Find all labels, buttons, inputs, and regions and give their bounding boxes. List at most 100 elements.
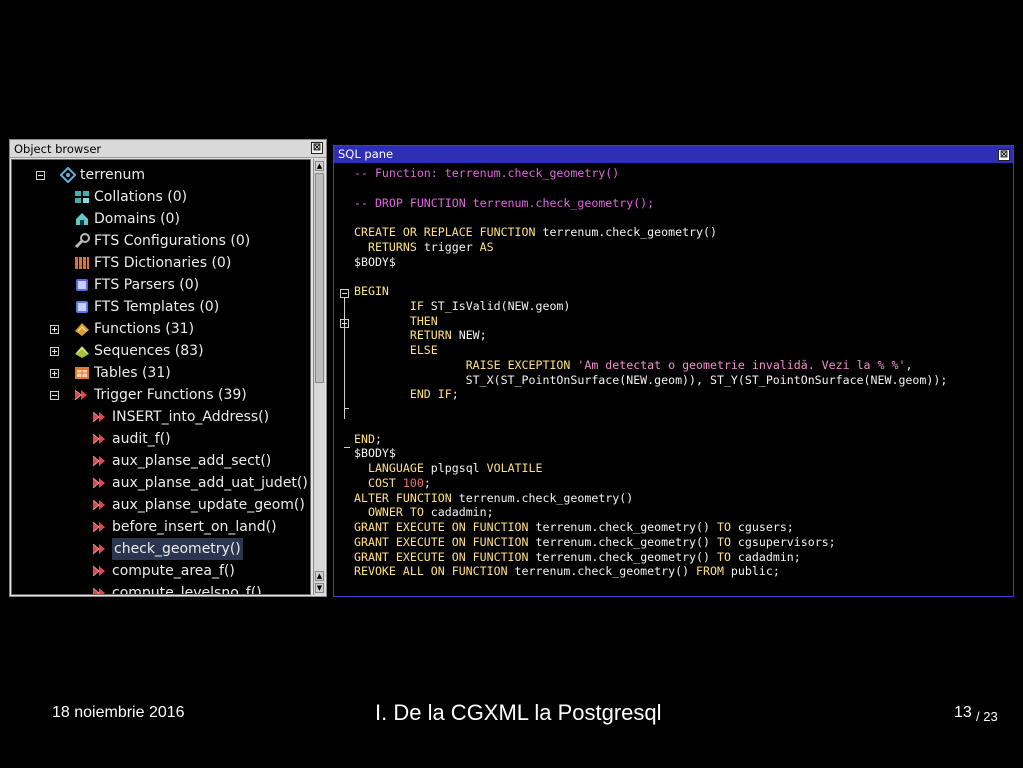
code-line: -- DROP FUNCTION terrenum.check_geometry… <box>354 196 654 211</box>
code-token: RETURN <box>409 328 452 343</box>
code-token: END <box>354 431 375 446</box>
code-token: -- Function: terrenum.check_geometry() <box>354 166 620 180</box>
table-icon <box>74 365 90 381</box>
code-token: BEGIN <box>354 284 389 298</box>
code-token: VOLATILE <box>486 461 543 475</box>
fold-guide-tick <box>344 408 349 409</box>
scroll-down-arrow-icon[interactable]: ▼ <box>315 583 324 593</box>
trigger-function-icon <box>92 585 108 594</box>
trigger-function-icon <box>92 519 108 535</box>
tree-item[interactable]: FTS Configurations (0) <box>12 230 310 252</box>
fold-collapse-icon[interactable] <box>340 319 349 328</box>
code-line: IF ST_IsValid(NEW.geom) <box>354 298 571 314</box>
object-browser-scrollbar[interactable]: ▲ ▲ ▼ <box>313 159 325 595</box>
expand-plus-icon[interactable] <box>50 325 59 334</box>
code-line: COST 100; <box>354 476 431 491</box>
tree-item-label: INSERT_into_Address() <box>112 409 270 425</box>
scroll-up-arrow-icon[interactable]: ▲ <box>315 161 324 171</box>
tree-item[interactable]: compute_levelsno_f() <box>12 582 310 594</box>
page-total: / 23 <box>976 709 998 724</box>
code-line: GRANT EXECUTE ON FUNCTION terrenum.check… <box>354 535 836 550</box>
tree-item[interactable]: FTS Dictionaries (0) <box>12 252 310 274</box>
code-token: TO <box>716 520 731 534</box>
fold-collapse-icon[interactable] <box>340 289 349 298</box>
code-token: AS <box>479 239 494 254</box>
code-token: public; <box>723 564 780 579</box>
tree-item-label: check_geometry() <box>112 538 243 560</box>
code-token: 100 <box>402 475 424 490</box>
code-token: ; <box>423 475 431 490</box>
tree-item-label: terrenum <box>80 167 146 183</box>
code-token: TO <box>716 549 731 564</box>
tree-item[interactable]: terrenum <box>12 164 310 186</box>
code-line: GRANT EXECUTE ON FUNCTION terrenum.check… <box>354 520 794 535</box>
expand-plus-icon[interactable] <box>50 369 59 378</box>
code-token: END IF <box>409 387 452 402</box>
tree-item[interactable]: INSERT_into_Address() <box>12 406 310 428</box>
code-line: THEN <box>354 314 438 329</box>
tree-item[interactable]: FTS Templates (0) <box>12 296 310 318</box>
code-line: $BODY$ <box>354 255 396 270</box>
code-token: ST_X(ST_PointOnSurface(NEW.geom)), ST_Y(… <box>354 372 948 387</box>
sql-pane-close-icon[interactable]: ⊠ <box>998 149 1010 161</box>
tree-item[interactable]: compute_area_f() <box>12 560 310 582</box>
tree-item-label: aux_planse_update_geom() <box>112 497 305 513</box>
code-token: GRANT EXECUTE ON FUNCTION <box>354 534 529 549</box>
code-token: terrenum.check_geometry() <box>528 520 717 534</box>
trigger-function-icon <box>92 497 108 513</box>
sequence-icon <box>74 343 90 359</box>
tree-item[interactable]: audit_f() <box>12 428 310 450</box>
code-token: ELSE <box>409 343 438 357</box>
code-line: ALTER FUNCTION terrenum.check_geometry() <box>354 491 633 506</box>
tree-item[interactable]: before_insert_on_land() <box>12 516 310 538</box>
tree-item[interactable]: Domains (0) <box>12 208 310 230</box>
fts-template-icon <box>74 299 90 315</box>
code-token: TO <box>716 534 731 549</box>
tree-item[interactable]: Collations (0) <box>12 186 310 208</box>
sql-pane: SQL pane ⊠ -- Function: terrenum.check_g… <box>333 145 1014 597</box>
scrollbar-thumb[interactable] <box>315 173 324 383</box>
code-line: END IF; <box>354 387 459 402</box>
object-browser-close-icon[interactable]: ⊠ <box>311 142 323 154</box>
expand-plus-icon[interactable] <box>50 347 59 356</box>
tree-item[interactable]: check_geometry() <box>12 538 310 560</box>
scroll-up-arrow-icon[interactable]: ▲ <box>315 571 324 581</box>
code-token: REVOKE ALL ON FUNCTION <box>354 564 508 579</box>
code-token: terrenum.check_geometry() <box>507 564 697 579</box>
code-token: OWNER TO <box>367 505 424 520</box>
tree-item[interactable]: Tables (31) <box>12 362 310 384</box>
code-token: RAISE EXCEPTION <box>465 357 571 372</box>
tree-item-label: Sequences (83) <box>94 343 204 359</box>
tree-item[interactable]: aux_planse_update_geom() <box>12 494 310 516</box>
tree-item-label: FTS Configurations (0) <box>94 233 251 249</box>
tree-item[interactable]: Functions (31) <box>12 318 310 340</box>
tree-item[interactable]: Sequences (83) <box>12 340 310 362</box>
collapse-minus-icon[interactable] <box>36 171 45 180</box>
sql-code-editor[interactable]: -- Function: terrenum.check_geometry() --… <box>334 163 1013 596</box>
tree-item[interactable]: FTS Parsers (0) <box>12 274 310 296</box>
tree-item[interactable]: Trigger Functions (39) <box>12 384 310 406</box>
code-token: FROM <box>696 564 724 579</box>
code-line: ST_X(ST_PointOnSurface(NEW.geom)), ST_Y(… <box>354 372 948 388</box>
tree-item-label: aux_planse_add_sect() <box>112 453 272 469</box>
code-token: THEN <box>409 313 438 328</box>
code-token: terrenum.check_geometry() <box>535 225 717 239</box>
code-token: 'Am detectat o geometrie invalidă. Vezi … <box>577 357 906 372</box>
fts-parser-icon <box>74 277 90 293</box>
code-line: CREATE OR REPLACE FUNCTION terrenum.chec… <box>354 225 717 240</box>
collapse-minus-icon[interactable] <box>50 391 59 400</box>
code-line: REVOKE ALL ON FUNCTION terrenum.check_ge… <box>354 564 780 579</box>
code-line: LANGUAGE plpgsql VOLATILE <box>354 461 543 476</box>
code-token: LANGUAGE <box>367 461 424 475</box>
code-token: ST_IsValid(NEW.geom) <box>423 298 571 313</box>
code-line: RAISE EXCEPTION 'Am detectat o geometrie… <box>354 357 913 373</box>
tree-item[interactable]: aux_planse_add_sect() <box>12 450 310 472</box>
schema-icon <box>59 166 77 184</box>
tree-item[interactable]: aux_planse_add_uat_judet() <box>12 472 310 494</box>
code-token: GRANT EXECUTE ON FUNCTION <box>354 549 529 564</box>
